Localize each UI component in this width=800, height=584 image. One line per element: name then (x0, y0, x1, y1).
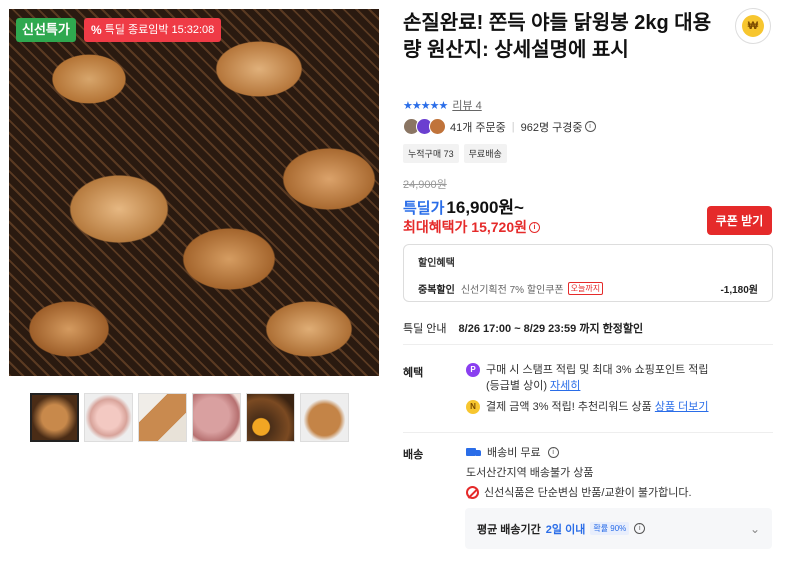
thumbnail-6[interactable] (300, 393, 349, 442)
percent-icon: % (91, 23, 102, 37)
avatar (429, 118, 446, 135)
deadline-timer: 15:32:08 (171, 24, 215, 36)
benefit-item-reward: N 결제 금액 3% 적립! 추천리워드 상품 상품 더보기 (466, 399, 709, 415)
shipping-fee: 배송비 무료 (487, 447, 541, 459)
reward-coin-icon: N (466, 400, 480, 414)
coin-icon: ₩ (742, 15, 764, 37)
avg-delivery-label: 평균 배송기간 (477, 523, 541, 536)
review-link[interactable]: 리뷰 4 (452, 97, 481, 113)
discount-box: 할인혜택 중복할인 신선기획전 7% 할인쿠폰 오늘까지 -1,180원 (403, 244, 773, 302)
benefit-text: 결제 금액 3% 적립! 추천리워드 상품 상품 더보기 (486, 399, 709, 415)
prohibited-icon (466, 485, 479, 499)
benefit-reward-text: 결제 금액 3% 적립! 추천리워드 상품 (486, 401, 652, 413)
thumbnail-4[interactable] (192, 393, 241, 442)
benefit-point-text: 구매 시 스탬프 적립 및 최대 3% 쇼핑포인트 적립 (486, 364, 709, 376)
sale-label: 특딜가 (403, 200, 445, 217)
star-rating-icon: ★★★★★ (403, 99, 448, 112)
buyers-row: 41개 주문중 | 962명 구경중 i (403, 118, 596, 135)
deal-info-row: 특딜 안내 8/26 17:00 ~ 8/29 23:59 까지 한정할인 (403, 320, 643, 336)
deadline-text: 특딜 종료임박 (104, 24, 169, 36)
today-only-tag: 오늘까지 (567, 282, 604, 295)
thumbnail-2[interactable] (84, 393, 133, 442)
chevron-down-icon[interactable]: ⌄ (750, 522, 760, 536)
coupon-button[interactable]: 쿠폰 받기 (707, 206, 772, 235)
discount-line: 중복할인 신선기획전 7% 할인쿠폰 오늘까지 -1,180원 (418, 281, 758, 296)
deal-period: 8/26 17:00 ~ 8/29 23:59 까지 한정할인 (458, 323, 644, 335)
probability-badge: 확률 90% (590, 522, 630, 535)
benefits-label: 혜택 (403, 367, 424, 379)
deal-label: 특딜 안내 (403, 323, 447, 335)
discount-line-text: 신선기획전 7% 할인쿠폰 (460, 285, 564, 296)
benefit-item-point: P 구매 시 스탬프 적립 및 최대 3% 쇼핑포인트 적립 (등급별 상이) … (466, 362, 709, 394)
product-main-image (9, 9, 379, 376)
max-benefit-price: 최대혜택가 15,720원 (403, 219, 527, 235)
thumbnail-strip (30, 393, 349, 442)
buyer-avatars (403, 118, 446, 135)
discount-amount: -1,180원 (720, 285, 758, 296)
section-divider (403, 344, 773, 345)
shipping-notice-row: 신선식품은 단순변심 반품/교환이 불가합니다. (466, 484, 692, 500)
info-icon[interactable]: i (529, 221, 540, 233)
info-icon[interactable]: i (584, 121, 596, 132)
truck-icon (466, 447, 482, 458)
deadline-badge: % 특딜 종료임박 15:32:08 (84, 18, 222, 42)
rating-row: ★★★★★ 리뷰 4 (403, 97, 482, 113)
max-benefit-row: 최대혜택가 15,720원 i (403, 217, 540, 237)
info-icon[interactable]: i (634, 523, 646, 534)
product-tags: 누적구매 73 무료배송 (403, 144, 507, 163)
original-price: 24,900원 (403, 179, 447, 191)
sale-price: 16,900원~ (446, 198, 524, 217)
discount-line-label: 중복할인 (418, 285, 455, 296)
avg-delivery-box[interactable]: 평균 배송기간 2일 이내 확률 90% i ⌄ (465, 508, 772, 549)
info-icon[interactable]: i (547, 446, 559, 458)
more-products-link[interactable]: 상품 더보기 (655, 401, 709, 413)
product-title: 손질완료! 쫀득 야들 닭윙봉 2kg 대용량 원산지: 상세설명에 표시 (403, 12, 712, 61)
shipping-region: 도서산간지역 배송불가 상품 (466, 467, 594, 479)
discount-title: 할인혜택 (418, 258, 455, 269)
shipping-label: 배송 (403, 449, 424, 461)
point-icon: P (466, 363, 480, 377)
avg-delivery-value: 2일 이내 (545, 523, 586, 536)
benefit-point-sub: (등급별 상이) (486, 380, 547, 392)
thumbnail-3[interactable] (138, 393, 187, 442)
benefit-text: 구매 시 스탬프 적립 및 최대 3% 쇼핑포인트 적립 (등급별 상이) 자세… (486, 362, 709, 394)
section-divider (403, 432, 773, 433)
shipping-region-row: 도서산간지역 배송불가 상품 (466, 464, 594, 480)
tag-free-shipping: 무료배송 (463, 144, 507, 163)
tag-cumulative: 누적구매 73 (403, 144, 459, 163)
order-count: 41개 주문중 (450, 121, 506, 134)
thumbnail-5[interactable] (246, 393, 295, 442)
considering-count: 962명 구경중 (520, 121, 583, 134)
divider: | (511, 120, 515, 133)
fresh-deal-badge: 신선특가 (16, 18, 76, 42)
shipping-notice: 신선식품은 단순변심 반품/교환이 불가합니다. (484, 487, 692, 499)
reward-button[interactable]: ₩ (735, 8, 771, 44)
sale-price-row: 특딜가 16,900원~ (403, 193, 524, 218)
thumbnail-1[interactable] (30, 393, 79, 442)
shipping-fee-row: 배송비 무료 i (466, 444, 559, 460)
details-link[interactable]: 자세히 (550, 380, 580, 392)
